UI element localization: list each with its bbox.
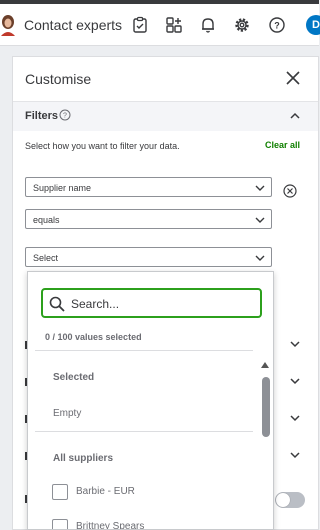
value-select[interactable]: Select xyxy=(25,247,272,267)
checkbox[interactable] xyxy=(52,484,68,500)
top-bar: Contact experts ? D xyxy=(0,4,320,46)
search-box[interactable] xyxy=(41,288,262,318)
checklist-icon[interactable] xyxy=(131,16,149,34)
chevron-down-icon[interactable] xyxy=(289,338,301,350)
selected-count: 0 / 100 values selected xyxy=(45,332,142,342)
operator-select-value: equals xyxy=(33,215,60,225)
scrollbar-thumb[interactable] xyxy=(262,377,270,437)
list-item[interactable]: Brittney Spears xyxy=(52,519,252,530)
divider xyxy=(35,431,253,432)
search-icon xyxy=(49,296,65,312)
svg-text:?: ? xyxy=(63,113,67,120)
svg-text:?: ? xyxy=(274,21,280,31)
gear-icon[interactable] xyxy=(233,16,251,34)
chevron-down-icon[interactable] xyxy=(289,412,301,424)
close-icon[interactable] xyxy=(284,69,302,87)
chevron-down-icon xyxy=(255,217,265,223)
option-label: Brittney Spears xyxy=(76,521,145,530)
user-avatar-icon[interactable] xyxy=(0,14,16,36)
search-input[interactable] xyxy=(71,295,251,313)
scroll-up-arrow-icon[interactable] xyxy=(261,362,269,368)
checkbox[interactable] xyxy=(52,519,68,529)
filters-section-header[interactable]: Filters ? xyxy=(13,101,318,131)
value-select-value: Select xyxy=(33,253,59,263)
info-icon[interactable]: ? xyxy=(59,109,71,121)
bell-icon[interactable] xyxy=(199,16,217,34)
selected-heading: Selected xyxy=(53,372,95,383)
help-icon[interactable]: ? xyxy=(268,16,286,34)
all-suppliers-heading: All suppliers xyxy=(53,453,114,464)
filters-label: Filters xyxy=(25,110,59,122)
chevron-down-icon xyxy=(255,185,265,191)
toggle-switch[interactable] xyxy=(275,492,305,508)
remove-filter-icon[interactable] xyxy=(283,184,297,198)
clear-all-link[interactable]: Clear all xyxy=(265,140,300,150)
chevron-down-icon[interactable] xyxy=(289,449,301,461)
chevron-down-icon[interactable] xyxy=(289,375,301,387)
filter-instruction: Select how you want to filter your data. xyxy=(25,141,180,151)
field-select-value: Supplier name xyxy=(33,183,92,193)
contact-experts-link[interactable]: Contact experts xyxy=(24,17,122,33)
chevron-up-icon[interactable] xyxy=(289,110,301,122)
panel-title: Customise xyxy=(25,71,92,87)
divider xyxy=(35,350,253,351)
option-label: Barbie - EUR xyxy=(76,486,135,497)
empty-text: Empty xyxy=(53,408,82,419)
chevron-down-icon xyxy=(255,255,265,261)
apps-icon[interactable] xyxy=(165,16,183,34)
value-dropdown-menu: 0 / 100 values selected Selected Empty A… xyxy=(27,271,274,530)
field-select[interactable]: Supplier name xyxy=(25,177,272,197)
account-avatar[interactable]: D xyxy=(306,15,320,35)
list-item[interactable]: Barbie - EUR xyxy=(52,484,252,500)
operator-select[interactable]: equals xyxy=(25,209,272,229)
